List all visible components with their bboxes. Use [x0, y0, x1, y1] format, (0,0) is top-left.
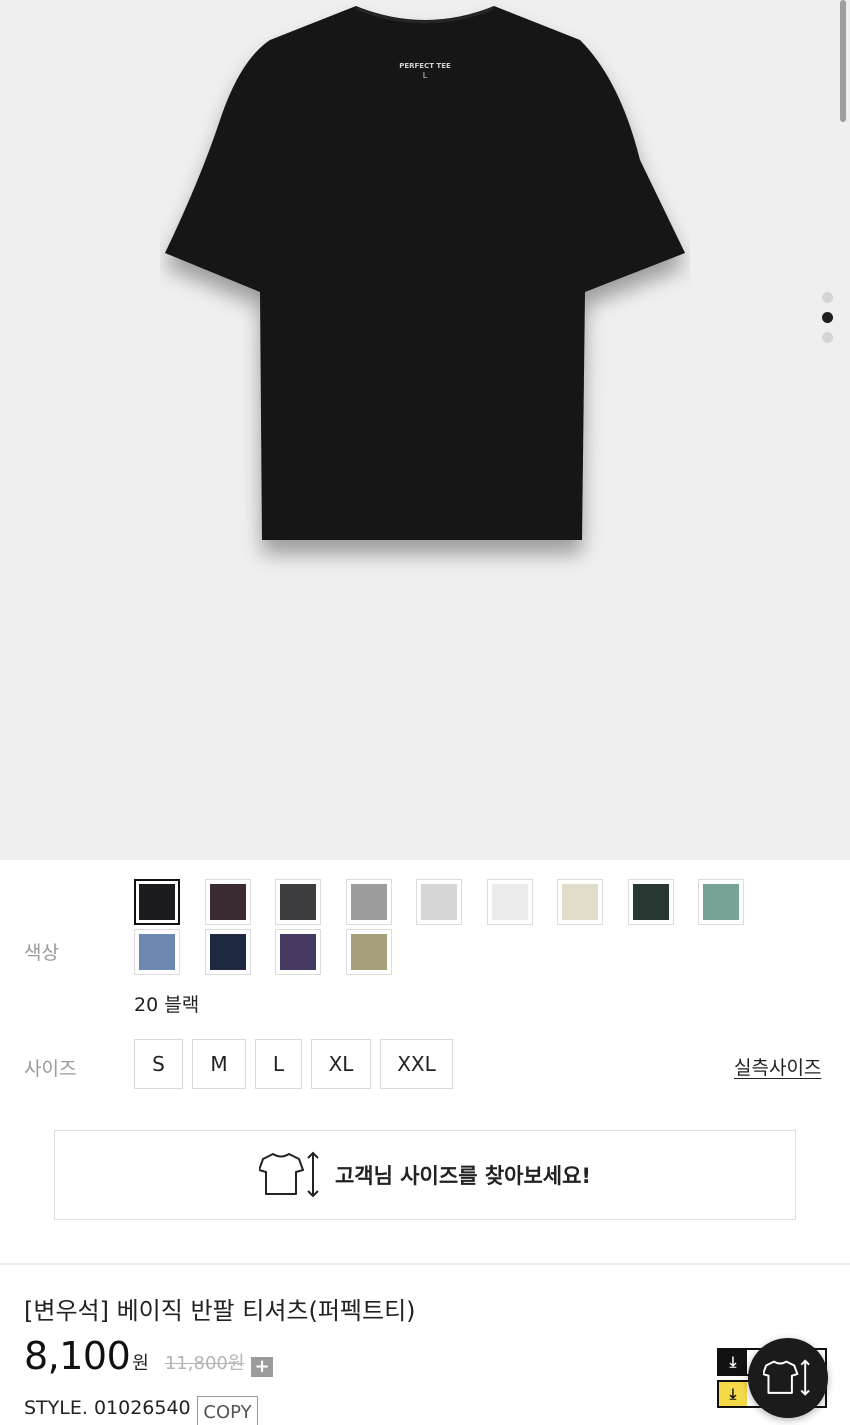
garment-label-line-1: PERFECT TEE — [399, 62, 451, 70]
size-button-m[interactable]: M — [192, 1039, 246, 1089]
color-swatch[interactable] — [486, 879, 533, 925]
section-divider — [0, 1263, 850, 1265]
size-options: S M L XL XXL — [134, 1039, 462, 1089]
size-label: 사이즈 — [24, 1058, 77, 1080]
page-scrollbar[interactable] — [840, 0, 846, 122]
price-detail-button[interactable]: + — [251, 1357, 273, 1377]
color-swatch-fill — [209, 934, 246, 970]
color-swatch[interactable] — [345, 929, 392, 975]
tshirt-size-icon — [763, 1359, 810, 1396]
color-swatch[interactable] — [627, 879, 674, 925]
color-swatch-selected[interactable] — [134, 879, 180, 925]
color-swatch[interactable] — [345, 879, 392, 925]
gallery-dot-active[interactable] — [822, 312, 833, 323]
size-button-xl[interactable]: XL — [311, 1039, 371, 1089]
color-swatch[interactable] — [275, 929, 321, 975]
tshirt-size-icon — [258, 1151, 319, 1198]
color-swatch-fill — [491, 884, 528, 920]
color-swatch-fill — [139, 934, 175, 970]
price-row: 8,100 원 11,800원 — [24, 1334, 244, 1378]
size-finder-label: 고객님 사이즈를 찾아보세요! — [334, 1164, 592, 1188]
size-button-xxl[interactable]: XXL — [380, 1039, 453, 1089]
color-swatch-fill — [209, 884, 246, 920]
tshirt-product-image: PERFECT TEE L — [165, 6, 685, 540]
color-swatch-fill — [280, 934, 316, 970]
color-swatch-fill — [562, 884, 598, 920]
original-price: 11,800원 — [164, 1353, 245, 1374]
color-swatch-fill — [350, 884, 387, 920]
sale-price: 8,100 — [24, 1334, 131, 1378]
color-swatch[interactable] — [204, 879, 251, 925]
size-button-s[interactable]: S — [134, 1039, 183, 1089]
color-swatch[interactable] — [204, 929, 251, 975]
gallery-indicator — [822, 292, 834, 352]
color-label: 색상 — [24, 942, 59, 964]
gallery-dot[interactable] — [822, 332, 833, 343]
gallery-dot[interactable] — [822, 292, 833, 303]
color-swatch-list — [134, 879, 774, 979]
product-image-area[interactable]: PERFECT TEE L — [0, 0, 850, 860]
color-swatch-fill — [632, 884, 669, 920]
size-chart-link[interactable]: 실측사이즈 — [734, 1053, 821, 1080]
color-swatch-fill — [421, 884, 457, 920]
garment-label-line-2: L — [423, 71, 428, 80]
color-swatch[interactable] — [698, 879, 744, 925]
color-swatch[interactable] — [416, 879, 462, 925]
price-unit: 원 — [132, 1353, 149, 1374]
color-swatch[interactable] — [557, 879, 603, 925]
product-title: [변우석] 베이직 반팔 티셔츠(퍼펙트티) — [24, 1297, 416, 1325]
size-button-l[interactable]: L — [255, 1039, 302, 1089]
color-swatch-fill — [350, 934, 387, 970]
color-swatch[interactable] — [134, 929, 180, 975]
style-code: STYLE. 01026540 — [24, 1397, 191, 1419]
color-swatch-fill — [280, 884, 316, 920]
color-swatch-fill — [139, 884, 175, 920]
download-icon: ⤓ — [719, 1350, 747, 1374]
size-finder-button[interactable]: 고객님 사이즈를 찾아보세요! — [54, 1130, 796, 1220]
color-swatch-fill — [703, 884, 739, 920]
download-icon: ⤓ — [719, 1382, 747, 1406]
copy-style-button[interactable]: COPY — [197, 1396, 258, 1425]
size-fab-button[interactable] — [748, 1338, 828, 1418]
color-swatch[interactable] — [275, 879, 321, 925]
selected-color-name: 20 블랙 — [134, 994, 200, 1016]
